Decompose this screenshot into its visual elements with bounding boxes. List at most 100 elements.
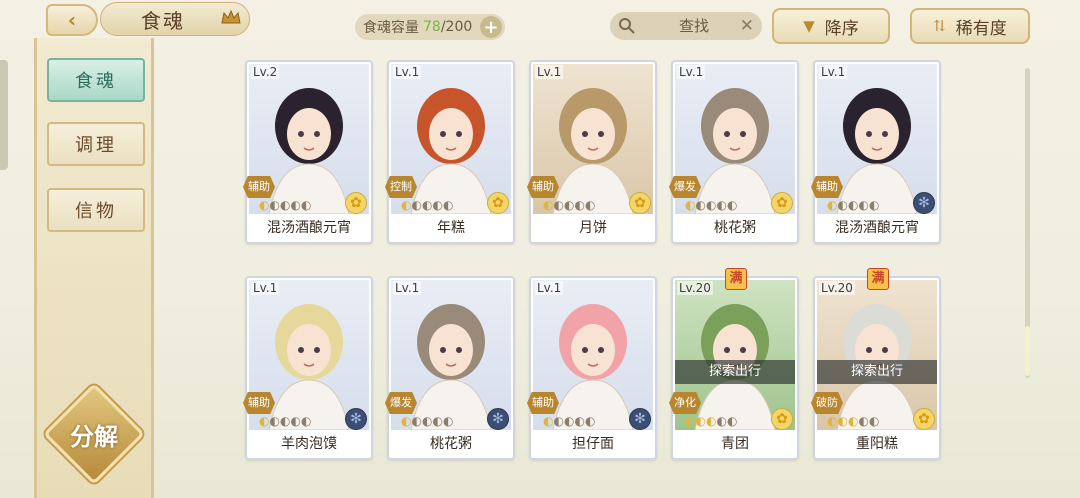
star-icon: ◐ [259,414,270,428]
star-icon: ◐ [847,198,859,212]
level-label: Lv.1 [535,65,564,79]
sort-by-button[interactable]: ⇅ 稀有度 [910,8,1030,44]
decompose-label[interactable]: 分解 [58,416,130,452]
star-rating: ◐ ◐ ◐ ◐ ◐ [259,198,312,212]
star-icon: ◐ [584,198,596,212]
food-soul-card[interactable]: Lv.1 辅助 ◐ ◐ ◐ ◐ ◐ ✻ 混汤酒酿元宵 [811,60,941,244]
star-icon: ◐ [269,198,280,212]
star-icon: ◐ [401,198,412,212]
food-soul-card[interactable]: Lv.1 辅助 ◐ ◐ ◐ ◐ ◐ ✻ 羊肉泡馍 [243,276,373,460]
star-rating: ◐ ◐ ◐ ◐ ◐ [685,414,737,428]
star-icon: ◐ [716,414,727,428]
level-label: Lv.1 [535,281,564,295]
expand-capacity-button[interactable]: + [480,16,502,38]
search-bar[interactable]: ✕ [610,12,762,40]
clear-icon[interactable]: ✕ [740,16,754,36]
role-badge: 辅助 [527,392,559,414]
scrollbar-thumb[interactable] [1025,326,1030,376]
sort-arrows-icon: ⇅ [933,17,946,35]
food-soul-grid: Lv.2 辅助 ◐ ◐ ◐ ◐ ◐ ✿ 混汤酒酿元宵 Lv.1 控制 ◐ ◐ ◐ ◐ ◐ ✿ 年糕 Lv.1 辅助 ◐ ◐… [243,60,945,480]
star-icon: ◐ [726,198,738,212]
gear-element-icon: ✻ [913,192,935,214]
back-button[interactable]: ‹ [46,4,98,36]
exploring-status: 探索出行 [675,360,795,384]
level-label: Lv.1 [251,281,280,295]
star-rating: ◐ ◐ ◐ ◐ ◐ [827,198,879,212]
sort-order-button[interactable]: ▼ 降序 [772,8,890,44]
role-badge: 辅助 [243,392,275,414]
flower-element-icon: ✿ [771,192,793,214]
star-rating: ◐ ◐ ◐ ◐ ◐ [685,198,738,212]
star-rating: ◐ ◐ ◐ ◐ ◐ [259,414,311,428]
star-icon: ◐ [421,198,433,212]
star-icon: ◐ [695,198,706,212]
gear-element-icon: ✻ [487,408,509,430]
star-icon: ◐ [837,198,848,212]
flower-element-icon: ✿ [629,192,651,214]
level-label: Lv.1 [819,65,848,79]
star-icon: ◐ [432,414,443,428]
food-soul-card[interactable]: Lv.20 探索出行满净化 ◐ ◐ ◐ ◐ ◐ ✿ 青团 [669,268,799,460]
search-icon [619,18,635,34]
star-rating: ◐ ◐ ◐ ◐ ◐ [543,198,596,212]
star-icon: ◐ [269,414,280,428]
star-icon: ◐ [442,198,454,212]
food-soul-card[interactable]: Lv.1 爆发 ◐ ◐ ◐ ◐ ◐ ✻ 桃花粥 [385,276,515,460]
level-label: Lv.1 [393,281,422,295]
star-icon: ◐ [553,414,564,428]
star-icon: ◐ [563,414,575,428]
star-icon: ◐ [279,414,291,428]
level-label: Lv.20 [677,281,713,295]
star-icon: ◐ [432,198,443,212]
flower-element-icon: ✿ [771,408,793,430]
star-icon: ◐ [685,198,696,212]
edge-handle[interactable] [0,60,8,170]
star-icon: ◐ [279,198,291,212]
role-badge: 破防 [811,392,843,414]
level-label: Lv.1 [677,65,706,79]
food-soul-name: 年糕 [437,220,465,236]
star-icon: ◐ [300,198,312,212]
level-label: Lv.20 [819,281,855,295]
star-icon: ◐ [695,414,706,428]
food-soul-card[interactable]: Lv.2 辅助 ◐ ◐ ◐ ◐ ◐ ✿ 混汤酒酿元宵 [243,60,373,244]
food-soul-card[interactable]: Lv.1 爆发 ◐ ◐ ◐ ◐ ◐ ✿ 桃花粥 [669,60,799,244]
food-soul-name: 月饼 [579,220,607,236]
star-icon: ◐ [847,414,859,428]
capacity-label: 食魂容量 [363,20,419,36]
star-icon: ◐ [411,414,422,428]
food-soul-name: 桃花粥 [714,220,756,236]
food-soul-name: 混汤酒酿元宵 [835,220,919,236]
food-soul-card[interactable]: Lv.1 控制 ◐ ◐ ◐ ◐ ◐ ✿ 年糕 [385,60,515,244]
sort-order-label: 降序 [824,18,859,39]
food-soul-card[interactable]: Lv.1 辅助 ◐ ◐ ◐ ◐ ◐ ✿ 月饼 [527,60,657,244]
food-soul-name: 桃花粥 [430,436,472,452]
triangle-down-icon: ▼ [803,17,815,35]
gear-element-icon: ✻ [629,408,651,430]
star-icon: ◐ [705,198,717,212]
star-icon: ◐ [827,198,838,212]
tab-food-soul[interactable]: 食魂 [47,58,145,102]
role-badge: 爆发 [385,392,417,414]
star-icon: ◐ [574,198,585,212]
food-soul-card[interactable]: Lv.1 辅助 ◐ ◐ ◐ ◐ ◐ ✻ 担仔面 [527,276,657,460]
max-level-badge: 满 [867,268,889,290]
role-badge: 控制 [385,176,417,198]
star-icon: ◐ [543,414,554,428]
food-soul-card[interactable]: Lv.20 探索出行满破防 ◐ ◐ ◐ ◐ ◐ ✿ 重阳糕 [811,268,941,460]
star-icon: ◐ [868,414,880,428]
star-icon: ◐ [553,198,564,212]
crown-icon[interactable] [218,6,244,28]
star-icon: ◐ [716,198,727,212]
star-icon: ◐ [685,414,696,428]
role-badge: 辅助 [811,176,843,198]
tab-tokens[interactable]: 信物 [47,188,145,232]
capacity-total: /200 [440,19,473,35]
tab-conditioning[interactable]: 调理 [47,122,145,166]
food-soul-name: 混汤酒酿元宵 [267,220,351,236]
search-input[interactable] [646,17,742,35]
max-level-badge: 满 [725,268,747,290]
food-soul-name: 担仔面 [572,436,614,452]
role-badge: 爆发 [669,176,701,198]
star-icon: ◐ [543,198,554,212]
